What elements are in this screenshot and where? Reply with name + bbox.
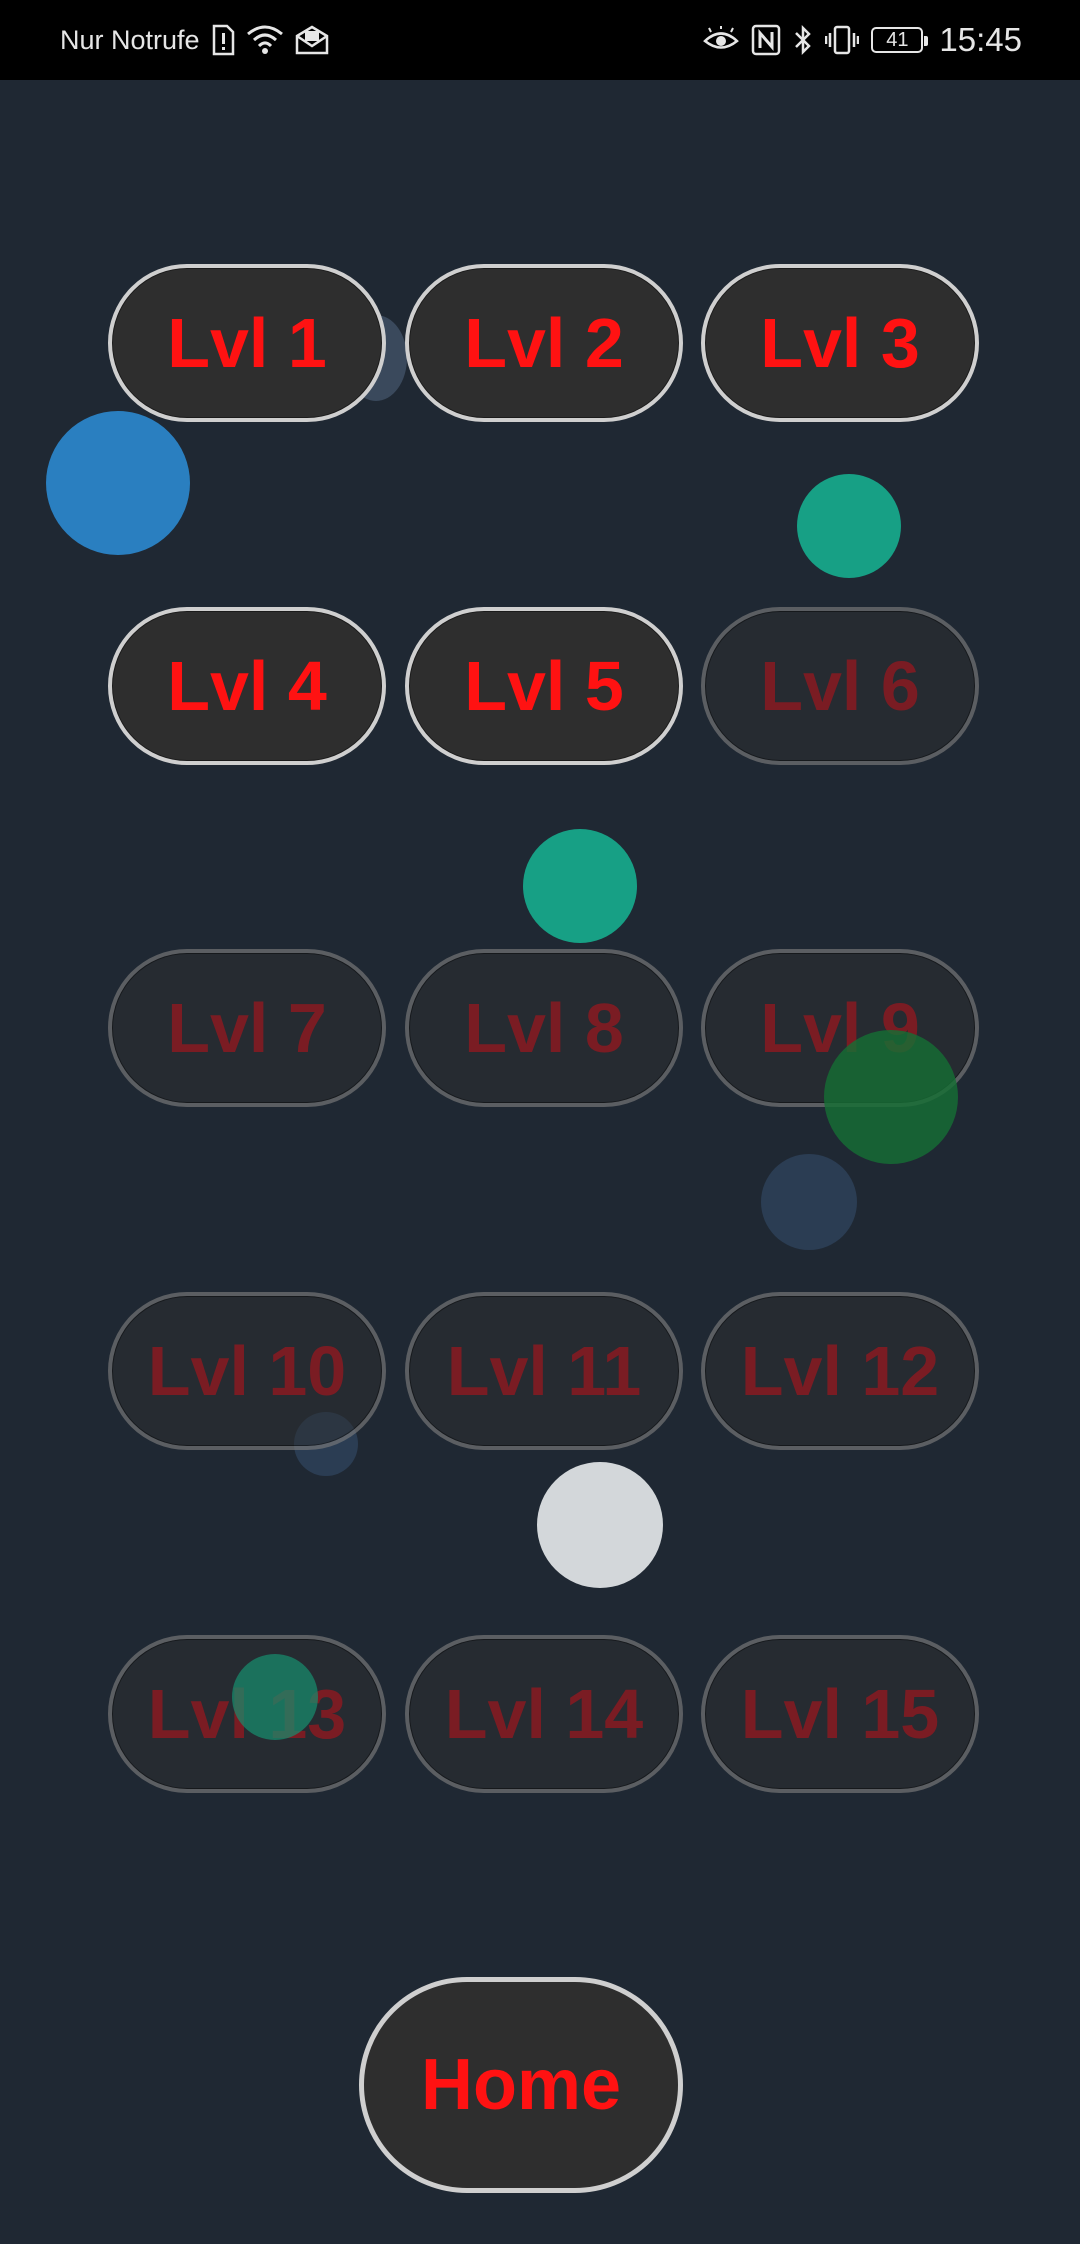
- level-button-12[interactable]: Lvl 12: [701, 1292, 979, 1450]
- vibrate-icon: [825, 24, 860, 56]
- level-button-10[interactable]: Lvl 10: [108, 1292, 386, 1450]
- battery-icon: 41: [871, 27, 929, 53]
- level-button-1[interactable]: Lvl 1: [108, 264, 386, 422]
- bubble-decoration: [46, 411, 190, 555]
- bubble-decoration: [232, 1654, 318, 1740]
- bubble-decoration: [797, 474, 901, 578]
- clock: 15:45: [939, 21, 1022, 58]
- home-button[interactable]: Home: [359, 1977, 683, 2193]
- level-button-6[interactable]: Lvl 6: [701, 607, 979, 765]
- bubble-decoration: [824, 1030, 958, 1164]
- nfc-icon: [751, 24, 781, 56]
- level-button-5[interactable]: Lvl 5: [405, 607, 683, 765]
- level-button-3[interactable]: Lvl 3: [701, 264, 979, 422]
- level-button-14[interactable]: Lvl 14: [405, 1635, 683, 1793]
- bluetooth-icon: [793, 24, 813, 56]
- status-right: 41 15:45: [703, 0, 1022, 80]
- level-button-8[interactable]: Lvl 8: [405, 949, 683, 1107]
- level-button-7[interactable]: Lvl 7: [108, 949, 386, 1107]
- level-button-15[interactable]: Lvl 15: [701, 1635, 979, 1793]
- status-left: Nur Notrufe: [60, 0, 330, 80]
- sim-alert-icon: [210, 24, 236, 56]
- bubble-decoration: [523, 829, 637, 943]
- level-button-2[interactable]: Lvl 2: [405, 264, 683, 422]
- level-select-screen: Nur Notrufe 41 15:45 Lvl 1 Lvl 2 Lvl 3 L…: [0, 0, 1080, 2244]
- carrier-label: Nur Notrufe: [60, 24, 200, 55]
- battery-level: 41: [886, 28, 909, 51]
- status-bar: Nur Notrufe 41 15:45: [0, 0, 1080, 80]
- wifi-icon: [246, 24, 284, 56]
- bubble-decoration: [537, 1462, 663, 1588]
- level-button-4[interactable]: Lvl 4: [108, 607, 386, 765]
- mail-icon: [294, 24, 330, 56]
- level-button-11[interactable]: Lvl 11: [405, 1292, 683, 1450]
- eye-icon: [703, 26, 740, 54]
- bubble-decoration: [761, 1154, 857, 1250]
